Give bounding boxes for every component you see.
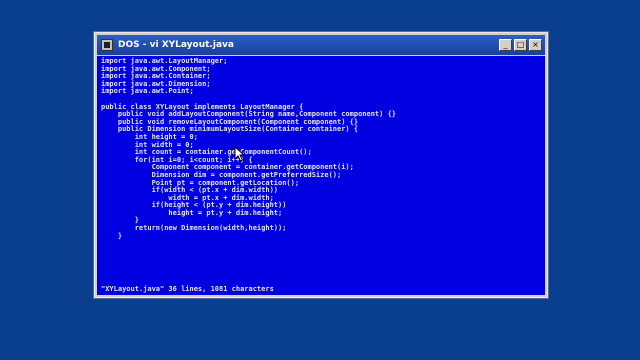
status-line: "XYLayout.java" 36 lines, 1081 character…: [101, 285, 274, 293]
console-area[interactable]: import java.awt.LayoutManager; import ja…: [97, 56, 545, 295]
minimize-button[interactable]: _: [499, 39, 512, 51]
code-text[interactable]: import java.awt.LayoutManager; import ja…: [101, 57, 541, 240]
close-button[interactable]: ×: [529, 39, 542, 51]
code-line: }: [101, 231, 123, 240]
window-title: DOS - vi XYLayout.java: [118, 40, 234, 50]
mouse-pointer-icon: [234, 146, 246, 162]
code-line: return(new Dimension(width,height));: [134, 224, 287, 233]
code-line: import java.awt.Point;: [101, 87, 194, 96]
window-controls: _ □ ×: [499, 39, 542, 51]
maximize-button[interactable]: □: [514, 39, 527, 51]
editor-window[interactable]: DOS - vi XYLayout.java _ □ × import java…: [94, 32, 548, 298]
dos-app-icon[interactable]: [101, 39, 113, 51]
title-bar[interactable]: DOS - vi XYLayout.java _ □ ×: [97, 35, 545, 55]
